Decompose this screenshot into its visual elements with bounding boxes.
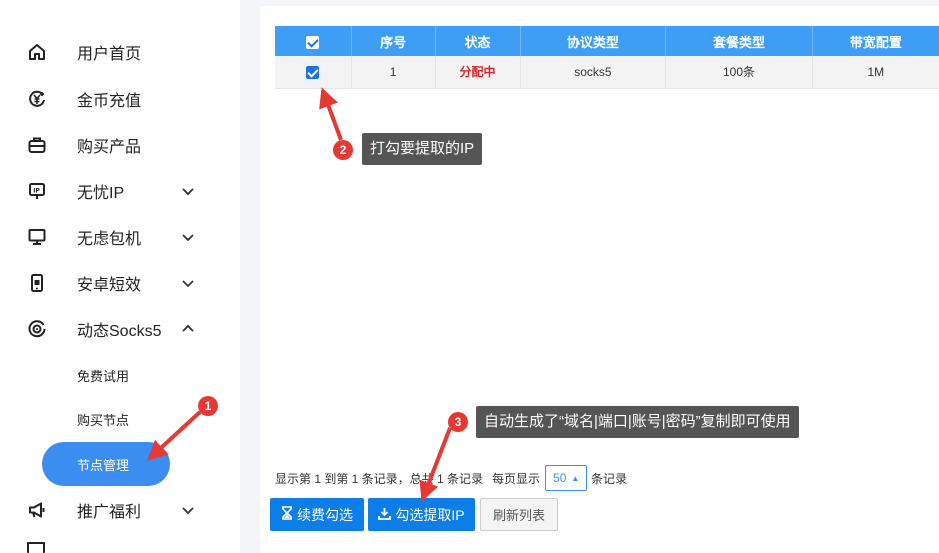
row-select-cell[interactable]	[275, 56, 352, 89]
select-all-checkbox[interactable]	[306, 35, 320, 49]
coin-icon	[26, 88, 48, 110]
monitor-icon	[26, 226, 48, 248]
row-checkbox[interactable]	[306, 65, 320, 79]
extract-ip-label: 勾选提取IP	[395, 506, 465, 523]
table-row[interactable]: 1 分配中 socks5 100条 1M	[275, 56, 939, 89]
refresh-list-label: 刷新列表	[492, 508, 545, 523]
megaphone-icon	[26, 499, 48, 521]
sidebar-item-android[interactable]: 安卓短效	[0, 260, 240, 306]
sidebar-item-promo[interactable]: 推广福利	[0, 487, 240, 533]
refresh-list-button[interactable]: 刷新列表	[480, 498, 558, 531]
download-icon	[378, 507, 392, 523]
per-page-select[interactable]: 50 ▲	[545, 465, 588, 491]
sidebar-subitem-label: 购买节点	[77, 412, 130, 428]
extract-ip-button[interactable]: 勾选提取IP	[368, 498, 475, 531]
ip-sign-icon: IP	[26, 180, 48, 202]
sidebar-item-label: 推广福利	[77, 504, 142, 521]
sidebar-item-label: 安卓短效	[77, 277, 142, 294]
sidebar-subitem-label: 免费试用	[77, 368, 130, 384]
chevron-down-icon	[180, 183, 196, 199]
sidebar-item-label: 无虑包机	[77, 231, 142, 248]
column-header[interactable]: 状态	[435, 26, 521, 56]
sidebar-item-label: 金币充值	[77, 93, 142, 110]
annotation-tooltip-2: 打勾要提取的IP	[362, 133, 483, 165]
annotation-tooltip-3: 自动生成了“域名|端口|账号|密码”复制即可使用	[476, 406, 799, 438]
table-header-row: 序号 状态 协议类型 套餐类型 带宽配置	[275, 26, 939, 56]
column-header[interactable]: 带宽配置	[812, 26, 939, 56]
chevron-down-icon	[180, 229, 196, 245]
home-icon	[26, 41, 48, 63]
protocol-cell: socks5	[520, 56, 667, 89]
annotation-badge-1: 1	[198, 396, 218, 416]
annotation-badge-2: 2	[333, 140, 353, 160]
caret-up-icon: ▲	[571, 473, 580, 483]
bandwidth-cell: 1M	[812, 56, 939, 89]
sidebar-item-wuyou-ip[interactable]: IP 无忧IP	[0, 168, 240, 214]
renew-selected-button[interactable]: 续费勾选	[270, 498, 364, 531]
sidebar: 用户首页 金币充值 购买产品 IP 无忧IP 无虑包机 安卓短效 动态Socks…	[0, 0, 240, 553]
package-cell: 100条	[665, 56, 813, 89]
column-header[interactable]: 协议类型	[520, 26, 667, 56]
chevron-down-icon	[180, 275, 196, 291]
sidebar-item-label: 用户首页	[77, 46, 142, 63]
sidebar-item-baoji[interactable]: 无虑包机	[0, 214, 240, 260]
pagination-summary: 显示第 1 到第 1 条记录，总共 1 条记录	[275, 471, 484, 486]
per-page-suffix: 条记录	[591, 471, 628, 486]
renew-selected-label: 续费勾选	[297, 506, 353, 523]
sidebar-item-socks5[interactable]: 动态Socks5	[0, 306, 240, 352]
sidebar-subitem-node-manage[interactable]: 节点管理	[0, 442, 240, 486]
column-header[interactable]: 序号	[351, 26, 436, 56]
status-cell: 分配中	[435, 56, 521, 89]
index-cell: 1	[351, 56, 436, 89]
chevron-up-icon	[180, 321, 196, 337]
briefcase-icon	[26, 134, 48, 156]
phone-icon	[26, 272, 48, 294]
partial-menu-icon	[27, 542, 45, 553]
annotation-badge-3: 3	[448, 412, 468, 432]
sidebar-subitem-free-trial[interactable]: 免费试用	[0, 355, 240, 395]
sidebar-item-buy[interactable]: 购买产品	[0, 122, 240, 168]
node-table: 序号 状态 协议类型 套餐类型 带宽配置 1 分配中 socks5 100条 1…	[275, 26, 939, 89]
chevron-down-icon	[180, 502, 196, 518]
sidebar-item-label: 购买产品	[77, 139, 142, 156]
target-icon	[26, 318, 48, 340]
select-all-cell[interactable]	[275, 26, 352, 56]
pagination-bar: 显示第 1 到第 1 条记录，总共 1 条记录 每页显示 50 ▲ 条记录	[275, 465, 627, 491]
sidebar-item-label: 无忧IP	[77, 185, 125, 202]
sidebar-item-label: 动态Socks5	[77, 323, 162, 340]
svg-text:IP: IP	[33, 188, 40, 195]
per-page-value: 50	[553, 471, 567, 485]
column-header[interactable]: 套餐类型	[665, 26, 813, 56]
per-page-prefix: 每页显示	[492, 471, 541, 486]
sidebar-subitem-label: 节点管理	[77, 457, 130, 473]
hourglass-icon	[281, 506, 293, 523]
sidebar-item-home[interactable]: 用户首页	[0, 29, 240, 75]
sidebar-item-recharge[interactable]: 金币充值	[0, 76, 240, 122]
